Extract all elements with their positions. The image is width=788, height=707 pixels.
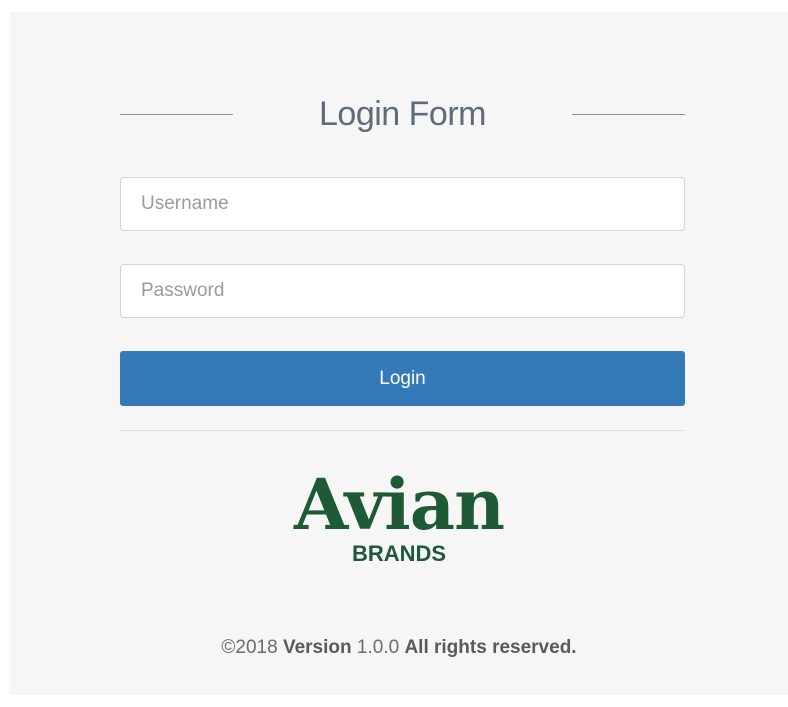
footer-copyright: ©2018	[221, 637, 278, 658]
footer: ©2018 Version 1.0.0 All rights reserved.	[10, 637, 788, 659]
form-title: Login Form	[319, 94, 486, 133]
password-input[interactable]	[120, 264, 685, 318]
logo-main-text: Avian	[294, 463, 505, 546]
footer-version-number: 1.0.0	[356, 637, 400, 658]
divider	[120, 430, 685, 431]
username-input[interactable]	[120, 177, 685, 231]
logo-sub-text: BRANDS	[351, 541, 447, 566]
form-title-row: Login Form	[120, 92, 685, 136]
footer-rights: All rights reserved.	[404, 637, 577, 658]
title-line-left	[120, 113, 233, 115]
title-line-right	[572, 113, 685, 115]
footer-version-label: Version	[282, 637, 352, 658]
avian-brands-logo: Avian BRANDS	[10, 470, 788, 566]
login-panel: Login Form Login Avian BRANDS ©2018 Vers…	[10, 12, 788, 695]
login-button[interactable]: Login	[120, 351, 685, 406]
